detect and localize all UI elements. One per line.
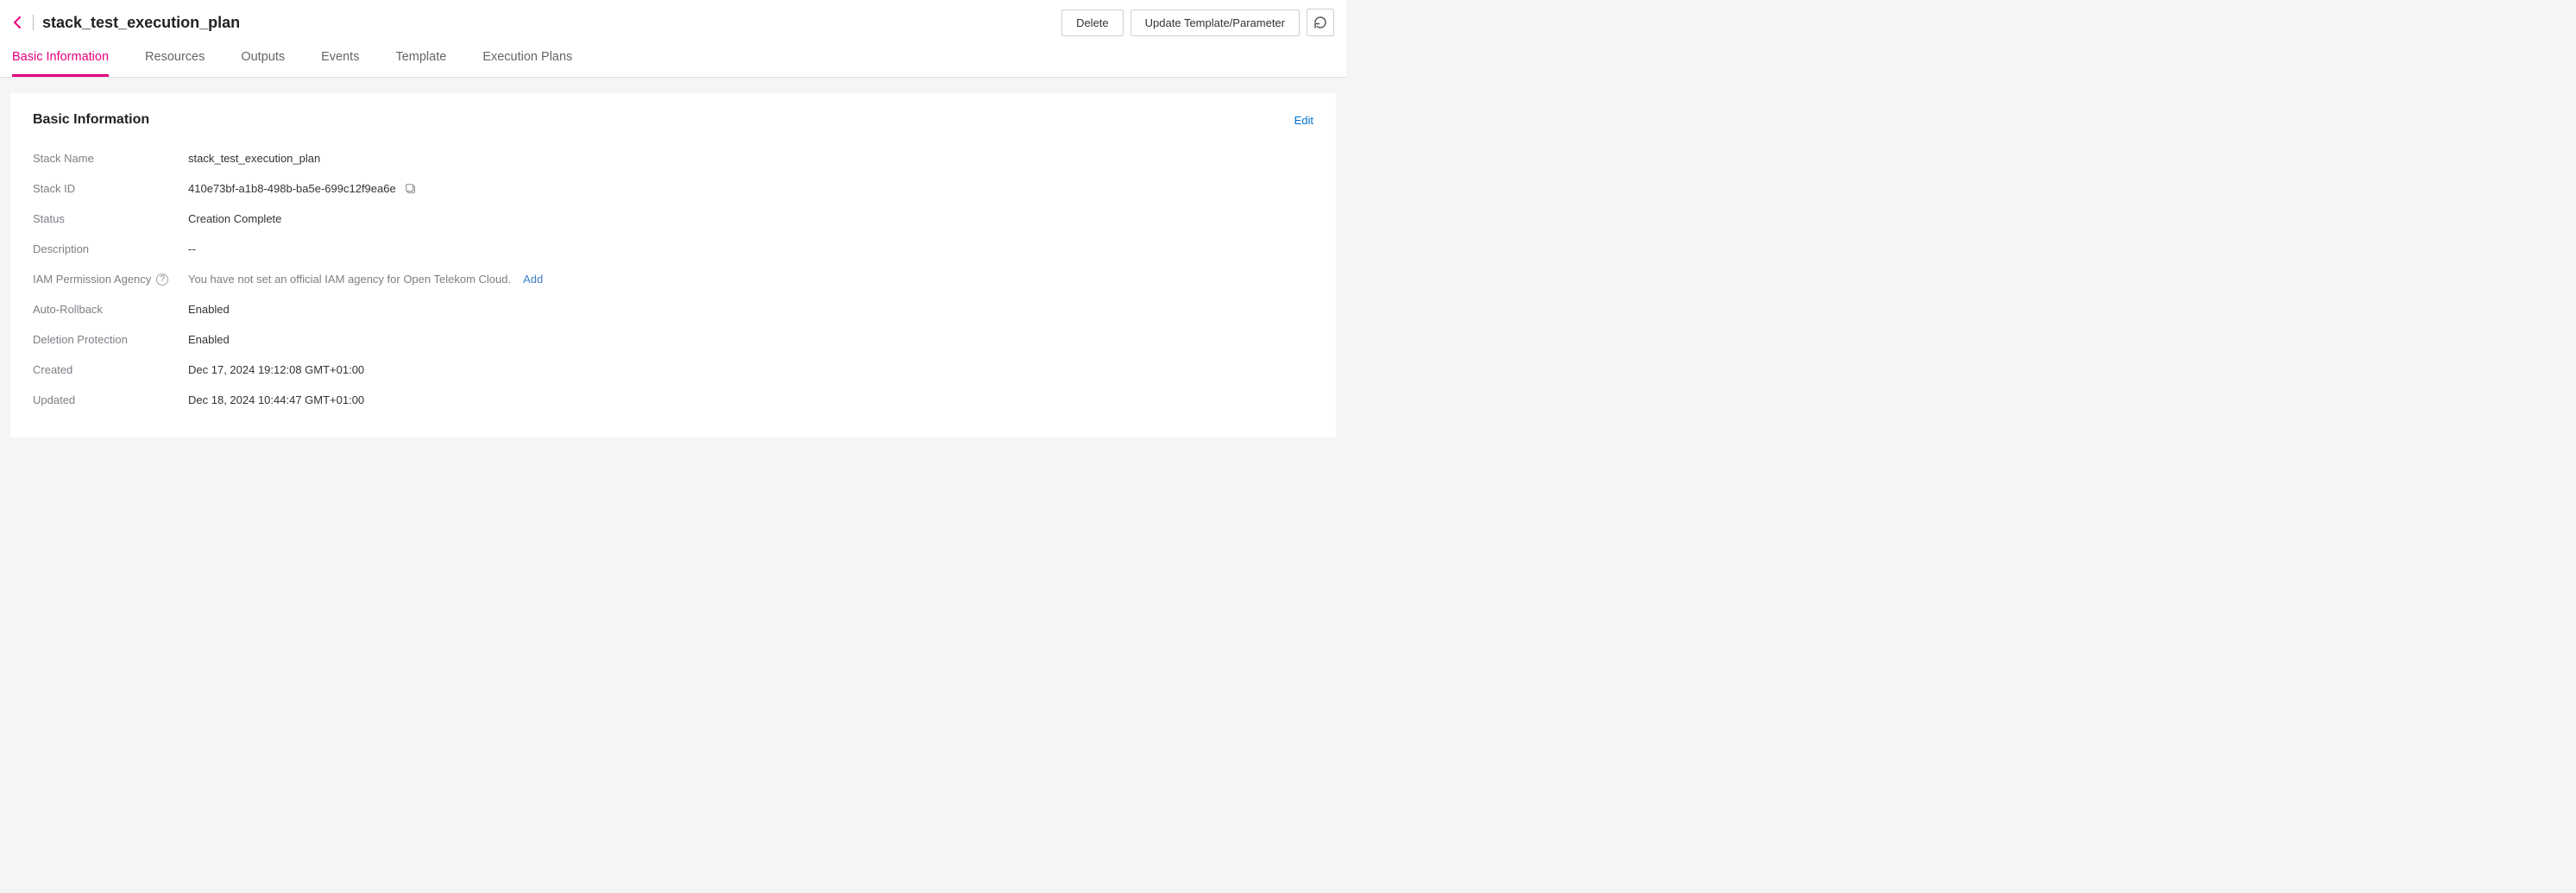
label-deletion-protection: Deletion Protection	[33, 333, 188, 346]
label-auto-rollback: Auto-Rollback	[33, 303, 188, 316]
edit-link[interactable]: Edit	[1294, 114, 1313, 127]
value-deletion-protection: Enabled	[188, 333, 230, 346]
label-updated: Updated	[33, 393, 188, 406]
card-head: Basic Information Edit	[33, 112, 1313, 128]
title-left: stack_test_execution_plan	[12, 14, 240, 32]
page-title: stack_test_execution_plan	[42, 14, 240, 32]
refresh-icon	[1313, 15, 1328, 30]
row-stack-name: Stack Name stack_test_execution_plan	[33, 143, 1313, 173]
content-area: Basic Information Edit Stack Name stack_…	[0, 78, 1346, 448]
value-stack-name: stack_test_execution_plan	[188, 152, 320, 165]
title-row: stack_test_execution_plan Delete Update …	[12, 9, 1334, 43]
back-icon[interactable]	[12, 16, 24, 28]
tab-resources[interactable]: Resources	[145, 43, 205, 77]
card-title: Basic Information	[33, 112, 149, 128]
tab-events[interactable]: Events	[321, 43, 359, 77]
label-stack-id: Stack ID	[33, 182, 188, 195]
label-iam: IAM Permission Agency ?	[33, 273, 188, 286]
tab-outputs[interactable]: Outputs	[241, 43, 285, 77]
row-iam: IAM Permission Agency ? You have not set…	[33, 264, 1313, 294]
tabs: Basic Information Resources Outputs Even…	[12, 43, 1334, 77]
row-description: Description --	[33, 234, 1313, 264]
label-created: Created	[33, 363, 188, 376]
label-description: Description	[33, 242, 188, 255]
tab-template[interactable]: Template	[395, 43, 446, 77]
value-status: Creation Complete	[188, 212, 281, 225]
label-status: Status	[33, 212, 188, 225]
label-iam-text: IAM Permission Agency	[33, 273, 151, 286]
tab-basic-information[interactable]: Basic Information	[12, 43, 109, 77]
value-iam: You have not set an official IAM agency …	[188, 273, 543, 286]
divider	[33, 15, 34, 30]
row-stack-id: Stack ID 410e73bf-a1b8-498b-ba5e-699c12f…	[33, 173, 1313, 204]
delete-button[interactable]: Delete	[1061, 9, 1124, 36]
value-stack-id: 410e73bf-a1b8-498b-ba5e-699c12f9ea6e	[188, 182, 417, 195]
tab-execution-plans[interactable]: Execution Plans	[482, 43, 572, 77]
row-auto-rollback: Auto-Rollback Enabled	[33, 294, 1313, 324]
value-created: Dec 17, 2024 19:12:08 GMT+01:00	[188, 363, 364, 376]
help-icon[interactable]: ?	[156, 274, 168, 286]
row-updated: Updated Dec 18, 2024 10:44:47 GMT+01:00	[33, 385, 1313, 415]
add-iam-link[interactable]: Add	[523, 273, 543, 286]
row-created: Created Dec 17, 2024 19:12:08 GMT+01:00	[33, 355, 1313, 385]
copy-icon[interactable]	[405, 183, 417, 195]
iam-text: You have not set an official IAM agency …	[188, 273, 511, 286]
update-template-button[interactable]: Update Template/Parameter	[1131, 9, 1300, 36]
value-updated: Dec 18, 2024 10:44:47 GMT+01:00	[188, 393, 364, 406]
basic-info-card: Basic Information Edit Stack Name stack_…	[10, 93, 1336, 437]
row-status: Status Creation Complete	[33, 204, 1313, 234]
stack-id-text: 410e73bf-a1b8-498b-ba5e-699c12f9ea6e	[188, 182, 396, 195]
value-auto-rollback: Enabled	[188, 303, 230, 316]
row-deletion-protection: Deletion Protection Enabled	[33, 324, 1313, 355]
value-description: --	[188, 242, 196, 255]
label-stack-name: Stack Name	[33, 152, 188, 165]
page-header: stack_test_execution_plan Delete Update …	[0, 0, 1346, 77]
refresh-button[interactable]	[1307, 9, 1334, 36]
header-actions: Delete Update Template/Parameter	[1061, 9, 1334, 36]
